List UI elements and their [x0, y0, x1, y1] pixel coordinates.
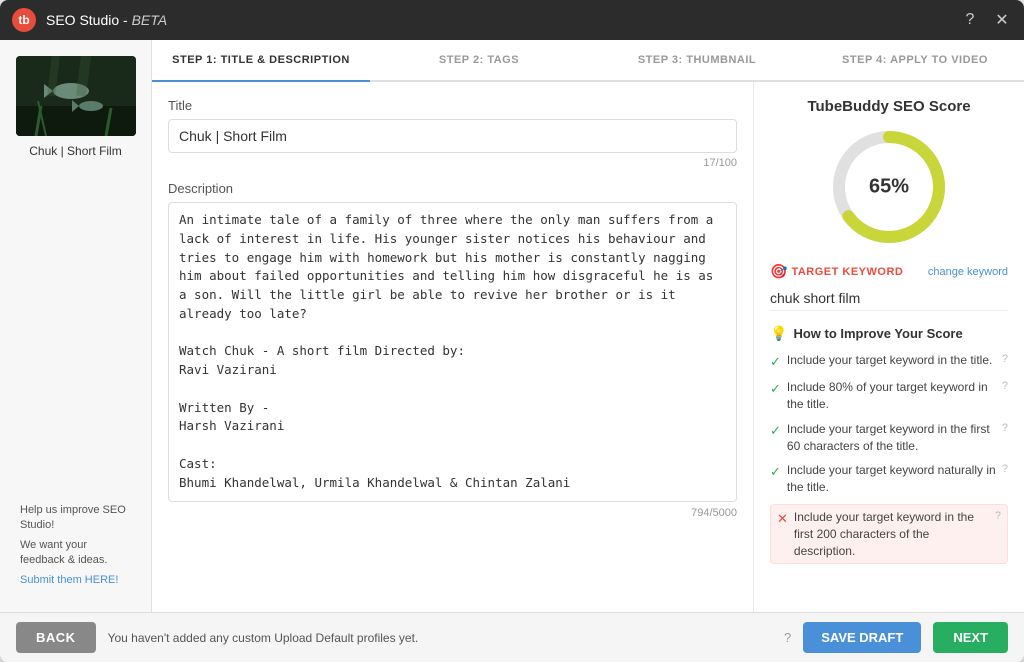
title-bar-actions: ? ✕	[960, 10, 1012, 30]
help-icon-1[interactable]: ?	[1002, 379, 1008, 394]
save-draft-button[interactable]: SAVE DRAFT	[803, 622, 921, 653]
help-icon-3[interactable]: ?	[1002, 462, 1008, 477]
title-input-wrapper	[168, 119, 737, 153]
check-icon-0: ✓	[770, 353, 781, 371]
change-keyword-link[interactable]: change keyword	[928, 266, 1008, 278]
close-icon[interactable]: ✕	[992, 10, 1012, 30]
video-label: Chuk | Short Film	[29, 144, 121, 158]
seo-score-title: TubeBuddy SEO Score	[770, 98, 1008, 115]
video-thumbnail	[16, 56, 136, 136]
feedback-line2: We want your feedback & ideas.	[20, 538, 131, 569]
bottom-bar: BACK You haven't added any custom Upload…	[0, 612, 1024, 662]
help-icon-4[interactable]: ?	[995, 509, 1001, 524]
title-input[interactable]	[168, 119, 737, 153]
center-panel: STEP 1: TITLE & DESCRIPTION STEP 2: TAGS…	[152, 40, 1024, 612]
description-label: Description	[168, 181, 737, 196]
donut-label: 65%	[869, 176, 909, 199]
bulb-icon: 💡	[770, 325, 787, 342]
app-logo: tb	[12, 8, 36, 32]
feedback-link[interactable]: Submit them HERE!	[20, 574, 118, 586]
score-item-1: ✓ Include 80% of your target keyword in …	[770, 379, 1008, 413]
app-title: SEO Studio - BETA	[46, 12, 960, 28]
back-button[interactable]: BACK	[16, 622, 96, 653]
tab-step3[interactable]: STEP 3: THUMBNAIL	[588, 40, 806, 80]
score-text-3: Include your target keyword naturally in…	[787, 462, 996, 496]
form-panel: Title 17/100 Description An intimate tal…	[152, 82, 754, 612]
tab-step1[interactable]: STEP 1: TITLE & DESCRIPTION	[152, 40, 370, 80]
score-item-2: ✓ Include your target keyword in the fir…	[770, 421, 1008, 455]
content-area: Title 17/100 Description An intimate tal…	[152, 82, 1024, 612]
target-keyword-row: 🎯 TARGET KEYWORD change keyword	[770, 263, 1008, 280]
description-textarea[interactable]: An intimate tale of a family of three wh…	[168, 202, 737, 502]
help-icon-2[interactable]: ?	[1002, 421, 1008, 436]
donut-chart: 65%	[829, 127, 949, 247]
next-button[interactable]: NEXT	[933, 622, 1008, 653]
title-bar: tb SEO Studio - BETA ? ✕	[0, 0, 1024, 40]
target-keyword-label: TARGET KEYWORD	[791, 266, 903, 278]
feedback-line1: Help us improve SEO Studio!	[20, 503, 131, 534]
tab-step4[interactable]: STEP 4: APPLY TO VIDEO	[806, 40, 1024, 80]
help-icon-0[interactable]: ?	[1002, 352, 1008, 367]
left-sidebar: Chuk | Short Film Help us improve SEO St…	[0, 40, 152, 612]
check-icon-2: ✓	[770, 422, 781, 440]
x-icon-4: ✕	[777, 510, 788, 528]
donut-chart-wrapper: 65%	[770, 127, 1008, 247]
score-text-1: Include 80% of your target keyword in th…	[787, 379, 996, 413]
title-label: Title	[168, 98, 737, 113]
score-text-4: Include your target keyword in the first…	[794, 509, 989, 559]
seo-panel: TubeBuddy SEO Score 65% 🎯 TARGET KEY	[754, 82, 1024, 612]
score-item-3: ✓ Include your target keyword naturally …	[770, 462, 1008, 496]
score-text-0: Include your target keyword in the title…	[787, 352, 996, 369]
tab-step2[interactable]: STEP 2: TAGS	[370, 40, 588, 80]
title-char-count: 17/100	[168, 157, 737, 169]
desc-char-count: 794/5000	[168, 507, 737, 519]
help-icon[interactable]: ?	[960, 10, 980, 30]
keyword-value: chuk short film	[770, 286, 1008, 311]
score-item-0: ✓ Include your target keyword in the tit…	[770, 352, 1008, 371]
target-icon: 🎯	[770, 263, 787, 280]
bottom-help-icon[interactable]: ?	[784, 630, 791, 645]
score-item-4: ✕ Include your target keyword in the fir…	[770, 504, 1008, 564]
bottom-message: You haven't added any custom Upload Defa…	[108, 631, 772, 645]
main-content: Chuk | Short Film Help us improve SEO St…	[0, 40, 1024, 612]
improve-title: 💡 How to Improve Your Score	[770, 325, 1008, 342]
improve-section: 💡 How to Improve Your Score ✓ Include yo…	[770, 325, 1008, 564]
check-icon-1: ✓	[770, 380, 781, 398]
feedback-box: Help us improve SEO Studio! We want your…	[12, 495, 139, 596]
check-icon-3: ✓	[770, 463, 781, 481]
score-text-2: Include your target keyword in the first…	[787, 421, 996, 455]
app-window: tb SEO Studio - BETA ? ✕	[0, 0, 1024, 662]
steps-nav: STEP 1: TITLE & DESCRIPTION STEP 2: TAGS…	[152, 40, 1024, 82]
